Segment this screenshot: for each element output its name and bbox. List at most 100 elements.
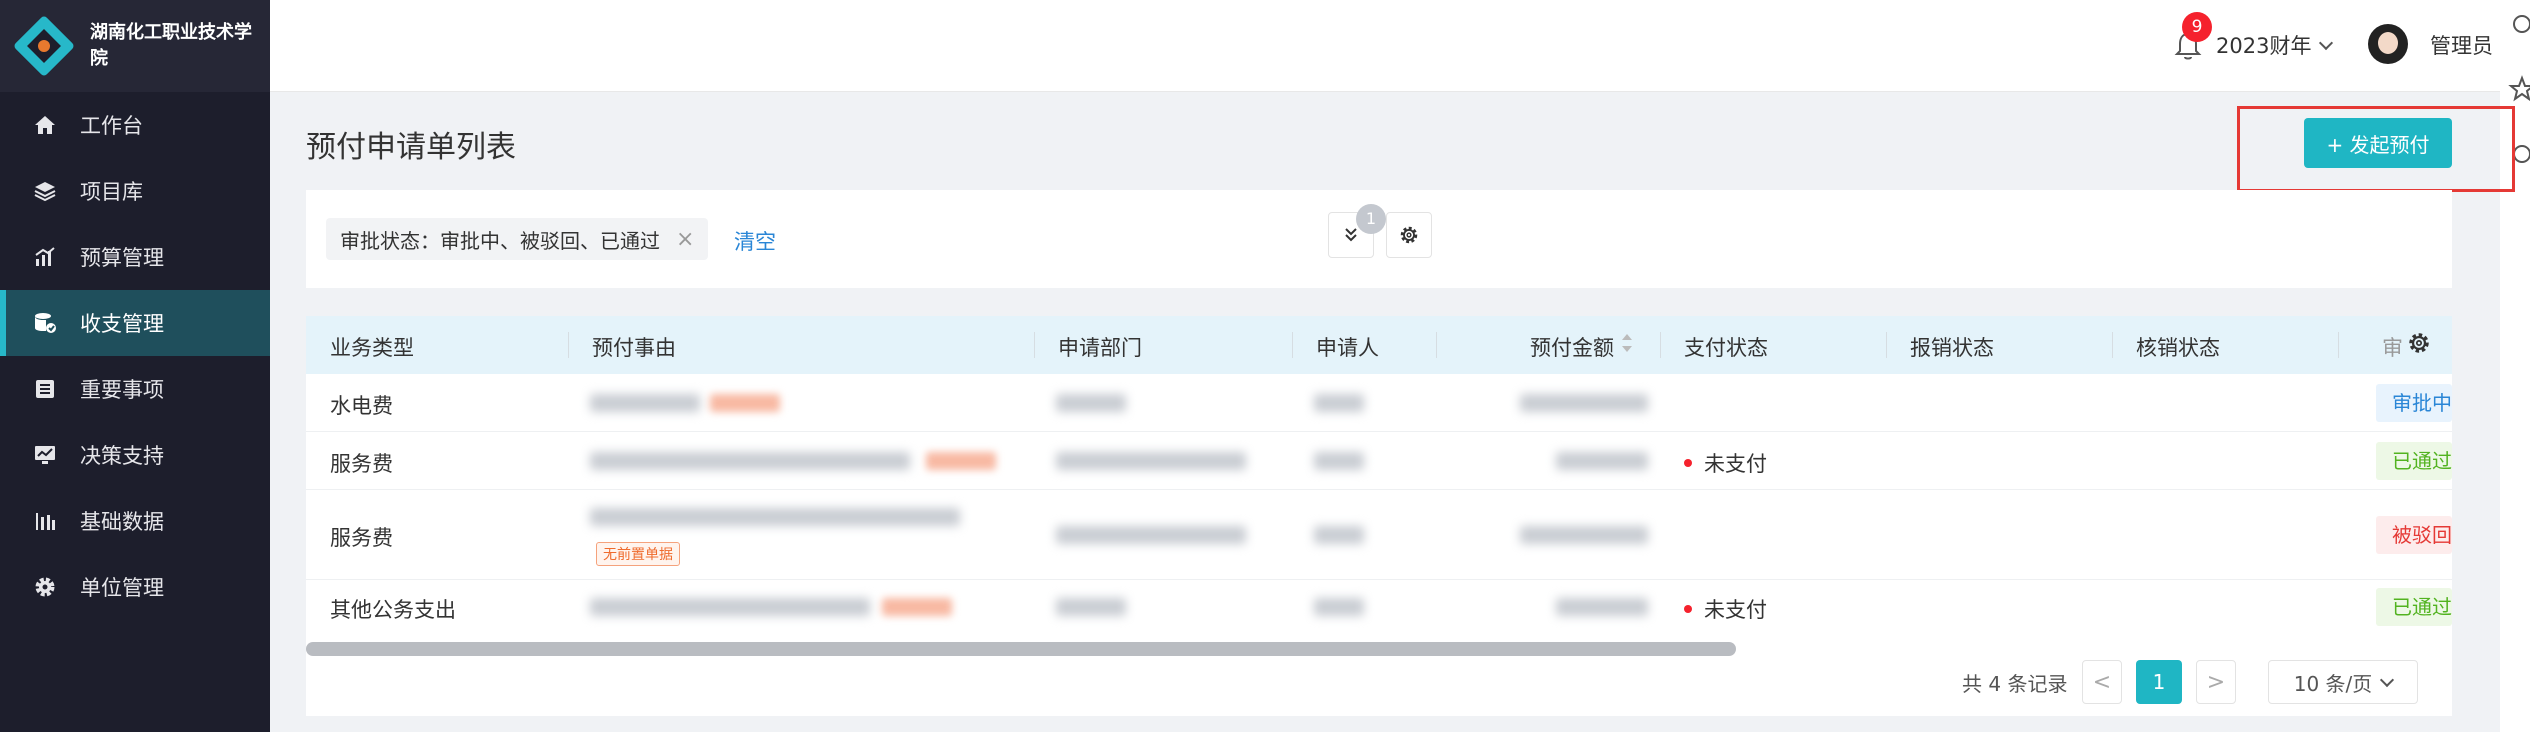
- database-icon: [32, 310, 58, 336]
- gear-icon: [1400, 226, 1418, 244]
- fiscal-year-select[interactable]: 2023财年: [2216, 30, 2334, 60]
- business-type: 其他公务支出: [330, 598, 456, 622]
- column-header: 核销状态: [2136, 336, 2220, 360]
- org-name: 湖南化工职业技术学院: [90, 22, 252, 69]
- table-row[interactable]: 服务费 无前置单据 被驳回: [306, 490, 2452, 580]
- redacted-department: [1056, 394, 1126, 412]
- sidebar: 湖南化工职业技术学院 工作台 项目库 预算管理 收支管理 重要事项 决策支持 基…: [0, 0, 270, 732]
- business-type: 服务费: [330, 452, 393, 476]
- sidebar-item-unit[interactable]: 单位管理: [0, 554, 270, 620]
- sidebar-item-label: 工作台: [80, 114, 143, 138]
- business-type: 服务费: [330, 526, 393, 550]
- filter-chip[interactable]: 审批状态：审批中、被驳回、已通过 ×: [326, 218, 709, 260]
- column-header[interactable]: 预付金额: [1530, 332, 1614, 362]
- sort-icon[interactable]: [1620, 328, 1634, 363]
- sidebar-item-label: 单位管理: [80, 576, 164, 600]
- redacted-applicant: [1314, 526, 1364, 544]
- page-title: 预付申请单列表: [306, 130, 516, 165]
- fiscal-year-label: 2023财年: [2216, 34, 2312, 58]
- approval-status-badge: 已通过: [2376, 442, 2452, 480]
- page-size-select[interactable]: 10 条/页: [2268, 660, 2418, 704]
- filter-bar: 审批状态：审批中、被驳回、已通过 × 清空 1: [306, 190, 2452, 288]
- redacted-reason: [590, 452, 910, 470]
- redacted-applicant: [1314, 452, 1364, 470]
- chevron-down-icon: [2319, 35, 2334, 50]
- redacted-tag: [926, 452, 996, 470]
- redacted-tag: [882, 598, 952, 616]
- column-header: 申请人: [1316, 336, 1379, 360]
- logo-icon: [12, 14, 76, 78]
- total-records: 共 4 条记录: [1962, 672, 2068, 696]
- redacted-applicant: [1314, 598, 1364, 616]
- page-size-label: 10 条/页: [2293, 671, 2373, 696]
- sidebar-item-income-expense[interactable]: 收支管理: [0, 290, 270, 356]
- redacted-amount: [1520, 394, 1648, 412]
- approval-status-badge: 已通过: [2376, 588, 2452, 626]
- close-icon[interactable]: ×: [676, 227, 694, 252]
- highlight-box: [2237, 106, 2515, 192]
- status-dot: [1684, 605, 1692, 613]
- trend-icon: [32, 442, 58, 468]
- no-pre-document-tag: 无前置单据: [596, 542, 680, 566]
- sidebar-item-label: 决策支持: [80, 444, 164, 468]
- redacted-amount: [1556, 598, 1648, 616]
- column-header: 业务类型: [330, 336, 414, 360]
- layers-icon: [32, 178, 58, 204]
- table-row[interactable]: 水电费 审批中: [306, 374, 2452, 432]
- column-header: 审: [2382, 336, 2403, 360]
- sidebar-item-important[interactable]: 重要事项: [0, 356, 270, 422]
- table-header: 业务类型 预付事由 申请部门 申请人 预付金额 支付状态 报销状态 核销状态 审: [306, 316, 2452, 374]
- column-header: 预付事由: [592, 336, 676, 360]
- table-row[interactable]: 服务费 未支付 已通过: [306, 432, 2452, 490]
- sidebar-item-workbench[interactable]: 工作台: [0, 92, 270, 158]
- clear-filter-link[interactable]: 清空: [734, 226, 776, 256]
- filter-count-badge: 1: [1356, 204, 1386, 234]
- redacted-applicant: [1314, 394, 1364, 412]
- redacted-department: [1056, 526, 1246, 544]
- business-type: 水电费: [330, 394, 393, 418]
- user-name[interactable]: 管理员: [2430, 30, 2493, 60]
- sidebar-item-projects[interactable]: 项目库: [0, 158, 270, 224]
- current-page[interactable]: 1: [2136, 660, 2182, 704]
- sidebar-nav: 工作台 项目库 预算管理 收支管理 重要事项 决策支持 基础数据 单位管理: [0, 92, 270, 620]
- chevron-down-icon: [2380, 672, 2395, 687]
- sidebar-item-label: 收支管理: [80, 312, 164, 336]
- gear-icon: [2409, 333, 2429, 353]
- redacted-department: [1056, 452, 1246, 470]
- table-row[interactable]: 其他公务支出 未支付 已通过: [306, 580, 2452, 638]
- redacted-reason: [590, 394, 700, 412]
- column-header: 支付状态: [1684, 336, 1768, 360]
- sidebar-item-basic-data[interactable]: 基础数据: [0, 488, 270, 554]
- payment-status: 未支付: [1684, 448, 1767, 478]
- gear-icon: [32, 574, 58, 600]
- column-header: 报销状态: [1910, 336, 1994, 360]
- sidebar-item-budget[interactable]: 预算管理: [0, 224, 270, 290]
- notification-badge: 9: [2182, 12, 2212, 42]
- sidebar-item-label: 重要事项: [80, 378, 164, 402]
- next-page-button[interactable]: >: [2196, 660, 2236, 704]
- sidebar-item-label: 项目库: [80, 180, 143, 204]
- payment-status: 未支付: [1684, 594, 1767, 624]
- filter-settings-button[interactable]: [1386, 212, 1432, 258]
- payment-status-label: 未支付: [1704, 598, 1767, 622]
- column-header: 申请部门: [1058, 336, 1142, 360]
- home-icon: [32, 112, 58, 138]
- approval-status-badge: 审批中: [2376, 384, 2452, 422]
- redacted-department: [1056, 598, 1126, 616]
- redacted-amount: [1556, 452, 1648, 470]
- status-dot: [1684, 459, 1692, 467]
- columns-icon: [32, 508, 58, 534]
- brand: 湖南化工职业技术学院: [0, 0, 270, 92]
- approval-status-badge: 被驳回: [2376, 516, 2452, 554]
- column-settings-button[interactable]: [2406, 330, 2432, 361]
- prepayment-table: 业务类型 预付事由 申请部门 申请人 预付金额 支付状态 报销状态 核销状态 审…: [306, 316, 2452, 716]
- redacted-reason: [590, 598, 870, 616]
- redacted-amount: [1520, 526, 1648, 544]
- horizontal-scrollbar[interactable]: [306, 642, 1736, 656]
- bar-chart-icon: [32, 244, 58, 270]
- filter-chip-label: 审批状态：审批中、被驳回、已通过: [340, 228, 660, 253]
- list-icon: [32, 376, 58, 402]
- sidebar-item-decision[interactable]: 决策支持: [0, 422, 270, 488]
- prev-page-button[interactable]: <: [2082, 660, 2122, 704]
- avatar[interactable]: [2368, 24, 2408, 64]
